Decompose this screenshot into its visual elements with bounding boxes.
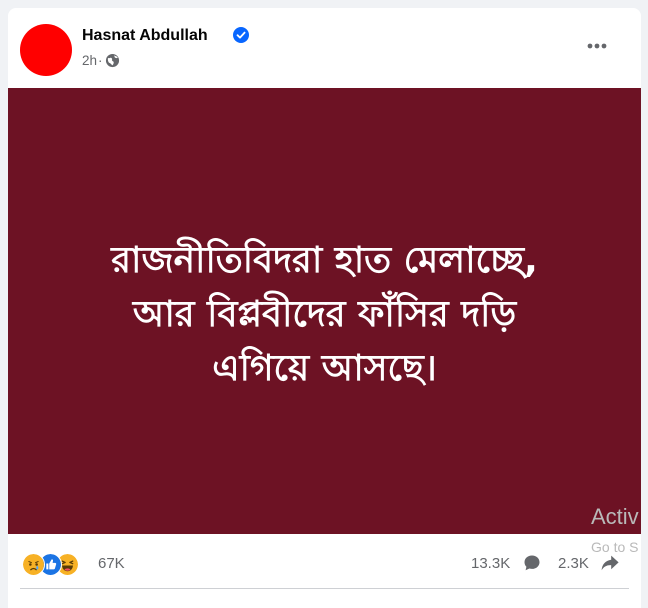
- post-text-line: আর বিপ্লবীদের ফাঁসির দড়ি: [132, 294, 517, 335]
- post-timestamp[interactable]: 2h: [82, 53, 97, 68]
- comment-icon[interactable]: [523, 554, 541, 572]
- footer-divider: [20, 588, 629, 589]
- comment-count[interactable]: 13.3K: [471, 555, 510, 572]
- reaction-count[interactable]: 67K: [98, 555, 125, 572]
- post-image-text: রাজনীতিবিদরা হাত মেলাচ্ছে, আর বিপ্লবীদের…: [28, 234, 621, 396]
- verified-badge-icon: [233, 27, 249, 43]
- post-text-line: রাজনীতিবিদরা হাত মেলাচ্ছে,: [111, 240, 538, 281]
- share-icon[interactable]: [600, 553, 620, 573]
- share-count[interactable]: 2.3K: [558, 555, 589, 572]
- post-meta: 2h·: [82, 53, 120, 68]
- author-avatar[interactable]: [20, 24, 72, 76]
- post-text-line: এগিয়ে আসছে।: [212, 348, 437, 389]
- author-name[interactable]: Hasnat Abdullah: [82, 27, 208, 45]
- post-image[interactable]: রাজনীতিবিদরা হাত মেলাচ্ছে, আর বিপ্লবীদের…: [8, 88, 641, 534]
- sad-reaction-icon: [22, 553, 45, 576]
- meta-separator: ·: [98, 53, 103, 68]
- more-options-icon[interactable]: [582, 34, 612, 58]
- activation-watermark-title: Activ: [591, 504, 639, 529]
- engagement-bar: 67K 13.3K 2.3K: [8, 534, 641, 590]
- post-header: Hasnat Abdullah 2h·: [8, 8, 641, 88]
- post-card: Hasnat Abdullah 2h· রাজনীতিবিদরা হাত মেল…: [8, 8, 641, 608]
- globe-icon[interactable]: [105, 53, 120, 68]
